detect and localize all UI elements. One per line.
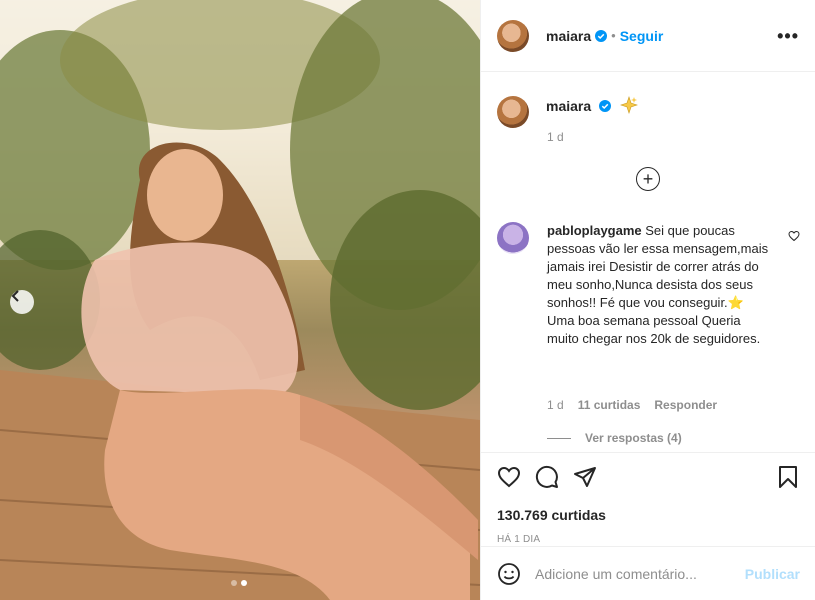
follow-button[interactable]: Seguir	[620, 28, 664, 44]
comment-meta: 1 d 11 curtidas Responder	[547, 398, 717, 412]
post-sidebar: maiara • Seguir ••• maiara 1 d + pablopl…	[480, 0, 815, 600]
reply-button[interactable]: Responder	[654, 398, 717, 412]
likes-count[interactable]: 130.769 curtidas	[497, 507, 800, 523]
paper-plane-icon	[574, 467, 596, 487]
comment-item: pabloplaygame Sei que poucas pessoas vão…	[497, 222, 800, 348]
replies-divider	[547, 437, 571, 439]
emoji-button[interactable]	[497, 562, 521, 586]
previous-photo-button[interactable]	[10, 290, 34, 314]
caption-username[interactable]: maiara	[546, 98, 591, 114]
share-button[interactable]	[573, 465, 597, 489]
post-photo[interactable]	[0, 0, 480, 600]
photo-illustration	[0, 0, 480, 600]
more-options-icon[interactable]: •••	[777, 27, 799, 45]
avatar[interactable]	[497, 19, 529, 52]
post-timestamp: HÁ 1 DIA	[497, 534, 541, 545]
add-comment-bar: Publicar	[481, 546, 815, 600]
header-username[interactable]: maiara	[546, 28, 591, 44]
verified-badge-icon	[595, 29, 608, 42]
caption: maiara	[481, 72, 815, 128]
comment-body: pabloplaygame Sei que poucas pessoas vão…	[547, 222, 769, 348]
action-icons	[497, 463, 800, 491]
comment-likes[interactable]: 11 curtidas	[578, 398, 641, 412]
comment-timestamp: 1 d	[547, 398, 564, 412]
caption-avatar[interactable]	[497, 96, 529, 128]
commenter-avatar[interactable]	[497, 222, 529, 254]
save-button[interactable]	[776, 465, 800, 489]
header-separator: •	[611, 28, 616, 43]
like-comment-icon[interactable]	[788, 230, 800, 242]
view-replies-label: Ver respostas (4)	[585, 431, 682, 445]
publish-button[interactable]: Publicar	[745, 566, 800, 582]
comment-bubble-icon	[535, 465, 558, 488]
carousel-indicator	[231, 580, 247, 586]
carousel-dot-active	[241, 580, 247, 586]
comment-username[interactable]: pabloplaygame	[547, 223, 642, 238]
bookmark-icon	[779, 466, 797, 488]
caption-timestamp: 1 d	[547, 130, 564, 144]
post-header: maiara • Seguir •••	[481, 0, 815, 72]
smiley-icon	[498, 562, 520, 585]
chevron-left-icon	[11, 290, 19, 302]
comment-input[interactable]	[535, 565, 735, 582]
comment-text: Sei que poucas pessoas vão ler essa mens…	[547, 223, 769, 346]
post-actions: 130.769 curtidas HÁ 1 DIA	[481, 452, 815, 545]
comment-button[interactable]	[535, 465, 559, 489]
sparkle-icon	[620, 96, 639, 114]
instagram-post-view: maiara • Seguir ••• maiara 1 d + pablopl…	[0, 0, 815, 600]
load-more-comments-button[interactable]: +	[636, 167, 660, 191]
carousel-dot	[231, 580, 237, 586]
verified-badge-icon	[598, 100, 611, 112]
view-replies-button[interactable]: Ver respostas (4)	[547, 431, 682, 445]
like-button[interactable]	[497, 465, 521, 489]
heart-icon	[497, 466, 521, 488]
